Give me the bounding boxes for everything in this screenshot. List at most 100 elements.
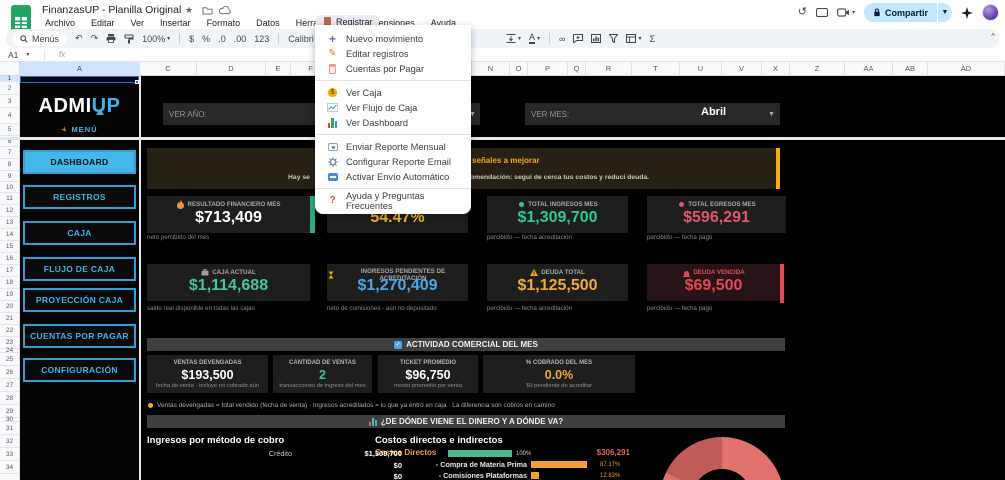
- star-icon[interactable]: ★: [185, 5, 193, 16]
- column-header-O[interactable]: O: [510, 62, 528, 75]
- comments-icon[interactable]: [816, 4, 828, 22]
- menu-item-nuevo-movimiento[interactable]: +Nuevo movimiento: [315, 31, 471, 46]
- menu-archivo[interactable]: Archivo: [42, 17, 78, 29]
- insert-comment-button[interactable]: [569, 34, 587, 43]
- row-header-4[interactable]: 4: [0, 108, 19, 124]
- column-header-Q[interactable]: Q: [568, 62, 586, 75]
- column-header-AB[interactable]: AB: [893, 62, 928, 75]
- filter-button[interactable]: [605, 34, 622, 43]
- functions-button[interactable]: Σ: [645, 34, 659, 44]
- row-header-34[interactable]: 34: [0, 461, 19, 474]
- move-folder-icon[interactable]: [202, 6, 213, 15]
- meet-icon[interactable]: ▾: [837, 8, 855, 17]
- column-header-C[interactable]: C: [140, 62, 197, 75]
- more-formats-button[interactable]: 123: [250, 34, 273, 44]
- name-box[interactable]: A1▾: [0, 50, 44, 60]
- sidebar-item-proyección-caja[interactable]: PROYECCIÓN CAJA: [23, 288, 136, 312]
- column-header-D[interactable]: D: [197, 62, 266, 75]
- share-button[interactable]: Compartir: [864, 3, 937, 22]
- share-caret[interactable]: ▼: [938, 3, 952, 22]
- fill-handle[interactable]: [135, 80, 139, 84]
- column-header-AA[interactable]: AA: [845, 62, 893, 75]
- redo-button[interactable]: ↷: [87, 33, 103, 44]
- print-button[interactable]: [102, 34, 120, 43]
- toolbar-search[interactable]: Menús: [12, 31, 67, 46]
- history-icon[interactable]: ↺: [798, 7, 807, 18]
- sidebar-item-cuentas-por-pagar[interactable]: CUENTAS POR PAGAR: [23, 324, 136, 348]
- column-headers[interactable]: ACDEFMNOPQRTUVXZAAABAD: [0, 62, 1005, 76]
- column-header-T[interactable]: T: [632, 62, 680, 75]
- column-header-N[interactable]: N: [472, 62, 510, 75]
- menu-item-ayuda-y-preguntas-frecuentes[interactable]: ?Ayuda y Preguntas Frecuentes: [315, 193, 471, 208]
- cloud-status-icon[interactable]: [219, 6, 231, 15]
- insert-chart-button[interactable]: [587, 34, 605, 43]
- row-header-17[interactable]: 17: [0, 265, 19, 277]
- decrease-decimals-button[interactable]: .0: [214, 34, 230, 44]
- sidebar-item-flujo-de-caja[interactable]: FLUJO DE CAJA: [23, 257, 136, 281]
- row-header-9[interactable]: 9: [0, 171, 19, 182]
- row-header-3[interactable]: 3: [0, 95, 19, 108]
- row-header-10[interactable]: 10: [0, 182, 19, 193]
- month-select[interactable]: VER MES: Abril ▼: [525, 103, 780, 125]
- insert-link-button[interactable]: ∞: [555, 34, 569, 44]
- row-header-12[interactable]: 12: [0, 205, 19, 217]
- row-header-22[interactable]: 22: [0, 325, 19, 337]
- paint-format-button[interactable]: [120, 34, 138, 44]
- row-header-15[interactable]: 15: [0, 241, 19, 253]
- row-header-2[interactable]: 2: [0, 82, 19, 95]
- row-header-8[interactable]: 8: [0, 159, 19, 171]
- increase-decimals-button[interactable]: .00: [230, 34, 251, 44]
- row-header-20[interactable]: 20: [0, 301, 19, 313]
- menu-item-activar-envío-automático[interactable]: Activar Envío Automático: [315, 169, 471, 184]
- menu-editar[interactable]: Editar: [88, 17, 118, 29]
- menu-item-enviar-reporte-mensual[interactable]: Enviar Reporte Mensual: [315, 139, 471, 154]
- column-header-E[interactable]: E: [266, 62, 291, 75]
- format-currency-button[interactable]: $: [185, 34, 198, 44]
- menu-ver[interactable]: Ver: [128, 17, 148, 29]
- column-header-A[interactable]: A: [20, 62, 140, 75]
- menu-item-ver-dashboard[interactable]: Ver Dashboard: [315, 115, 471, 130]
- column-header-AD[interactable]: AD: [928, 62, 1005, 75]
- vertical-align-button[interactable]: ▾: [502, 34, 525, 43]
- sidebar-item-registros[interactable]: REGISTROS: [23, 185, 136, 209]
- avatar[interactable]: [982, 4, 999, 21]
- column-header-U[interactable]: U: [680, 62, 722, 75]
- row-header-19[interactable]: 19: [0, 289, 19, 301]
- undo-button[interactable]: ↶: [71, 33, 87, 44]
- row-header-33[interactable]: 33: [0, 448, 19, 461]
- menu-item-ver-caja[interactable]: $Ver Caja: [315, 85, 471, 100]
- menu-datos[interactable]: Datos: [253, 17, 283, 29]
- sidebar-item-configuración[interactable]: CONFIGURACIÓN: [23, 358, 136, 382]
- row-header-13[interactable]: 13: [0, 217, 19, 229]
- row-header-14[interactable]: 14: [0, 229, 19, 241]
- row-header-11[interactable]: 11: [0, 193, 19, 205]
- format-percent-button[interactable]: %: [198, 34, 214, 44]
- row-header-32[interactable]: 32: [0, 435, 19, 448]
- row-header-21[interactable]: 21: [0, 313, 19, 325]
- column-header-V[interactable]: V: [722, 62, 762, 75]
- menu-item-editar-registros[interactable]: ✎Editar registros: [315, 46, 471, 61]
- column-header-Z[interactable]: Z: [790, 62, 845, 75]
- column-header-X[interactable]: X: [762, 62, 790, 75]
- row-header-18[interactable]: 18: [0, 277, 19, 289]
- row-header-31[interactable]: 31: [0, 422, 19, 435]
- row-header-27[interactable]: 27: [0, 379, 19, 392]
- text-color-button[interactable]: A▾: [525, 33, 544, 44]
- row-header-7[interactable]: 7: [0, 147, 19, 159]
- sidebar-item-dashboard[interactable]: DASHBOARD: [23, 150, 136, 174]
- document-title[interactable]: FinanzasUP - Planilla Original: [42, 4, 181, 16]
- collapse-toolbar-button[interactable]: ^: [991, 32, 995, 41]
- row-header-26[interactable]: 26: [0, 366, 19, 379]
- menu-insertar[interactable]: Insertar: [157, 17, 194, 29]
- column-header-P[interactable]: P: [528, 62, 568, 75]
- row-header-16[interactable]: 16: [0, 253, 19, 265]
- filter-views-button[interactable]: ▾: [622, 34, 645, 43]
- row-header-5[interactable]: 5: [0, 124, 19, 136]
- gemini-icon[interactable]: [961, 7, 973, 19]
- menu-item-configurar-reporte-email[interactable]: Configurar Reporte Email: [315, 154, 471, 169]
- zoom-select[interactable]: 100%▾: [138, 34, 174, 44]
- select-all-corner[interactable]: [0, 62, 20, 76]
- column-header-R[interactable]: R: [586, 62, 632, 75]
- row-header-28[interactable]: 28: [0, 392, 19, 405]
- sidebar-item-caja[interactable]: CAJA: [23, 221, 136, 245]
